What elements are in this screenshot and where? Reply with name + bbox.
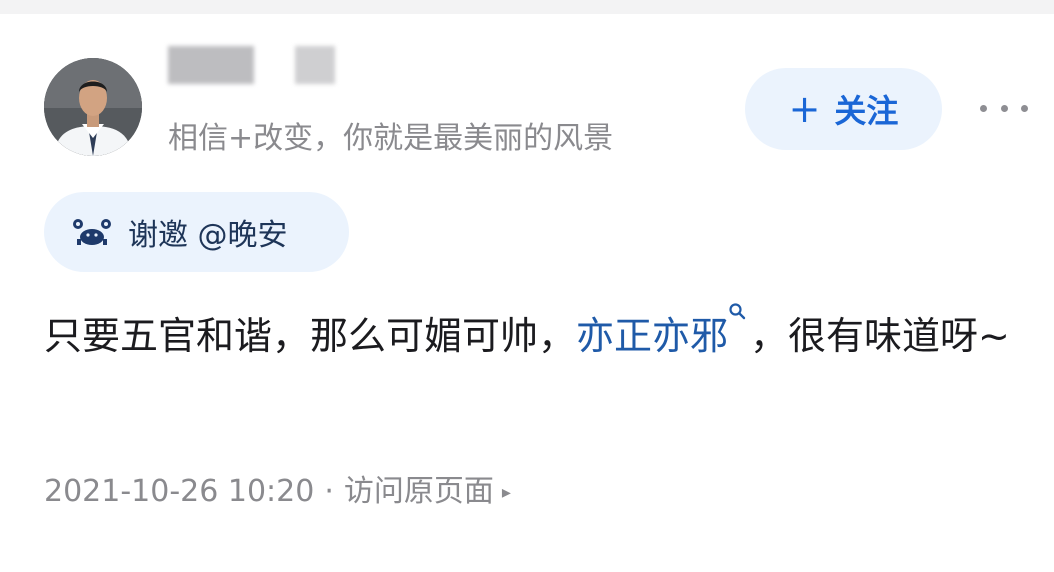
top-divider xyxy=(0,0,1054,14)
answer-meta: 2021-10-26 10:20 · 访问原页面 ▸ xyxy=(44,472,511,513)
answer-text: ，很有味道呀~ xyxy=(750,314,1010,358)
view-original-link[interactable]: 访问原页面 xyxy=(344,474,494,509)
crab-icon xyxy=(73,219,111,245)
invite-text: 谢邀 @晚安 xyxy=(128,218,288,253)
follow-button[interactable]: + 关注 xyxy=(745,68,942,150)
answer-text: 只要五官和谐，那么可媚可帅， xyxy=(44,314,577,358)
ellipsis-icon[interactable] xyxy=(980,90,1028,126)
answer-card: 相信+改变，你就是最美丽的风景 + 关注 谢邀 @晚安 只要五官和谐，那么可媚可… xyxy=(0,0,1054,572)
author-bio: 相信+改变，你就是最美丽的风景 xyxy=(168,121,614,156)
plus-icon: + xyxy=(788,87,821,131)
timestamp: 2021-10-26 10:20 xyxy=(44,474,315,509)
separator: · xyxy=(324,474,334,509)
answer-body: 只要五官和谐，那么可媚可帅，亦正亦邪 ，很有味道呀~ xyxy=(44,298,1010,375)
author-name-redacted xyxy=(295,46,335,84)
search-icon[interactable] xyxy=(728,302,746,320)
invite-tag[interactable]: 谢邀 @晚安 xyxy=(44,192,349,272)
avatar[interactable] xyxy=(44,58,142,156)
follow-label: 关注 xyxy=(834,92,899,130)
triangle-right-icon: ▸ xyxy=(501,482,511,503)
author-name-redacted xyxy=(168,46,254,84)
search-link[interactable]: 亦正亦邪 xyxy=(576,314,728,358)
